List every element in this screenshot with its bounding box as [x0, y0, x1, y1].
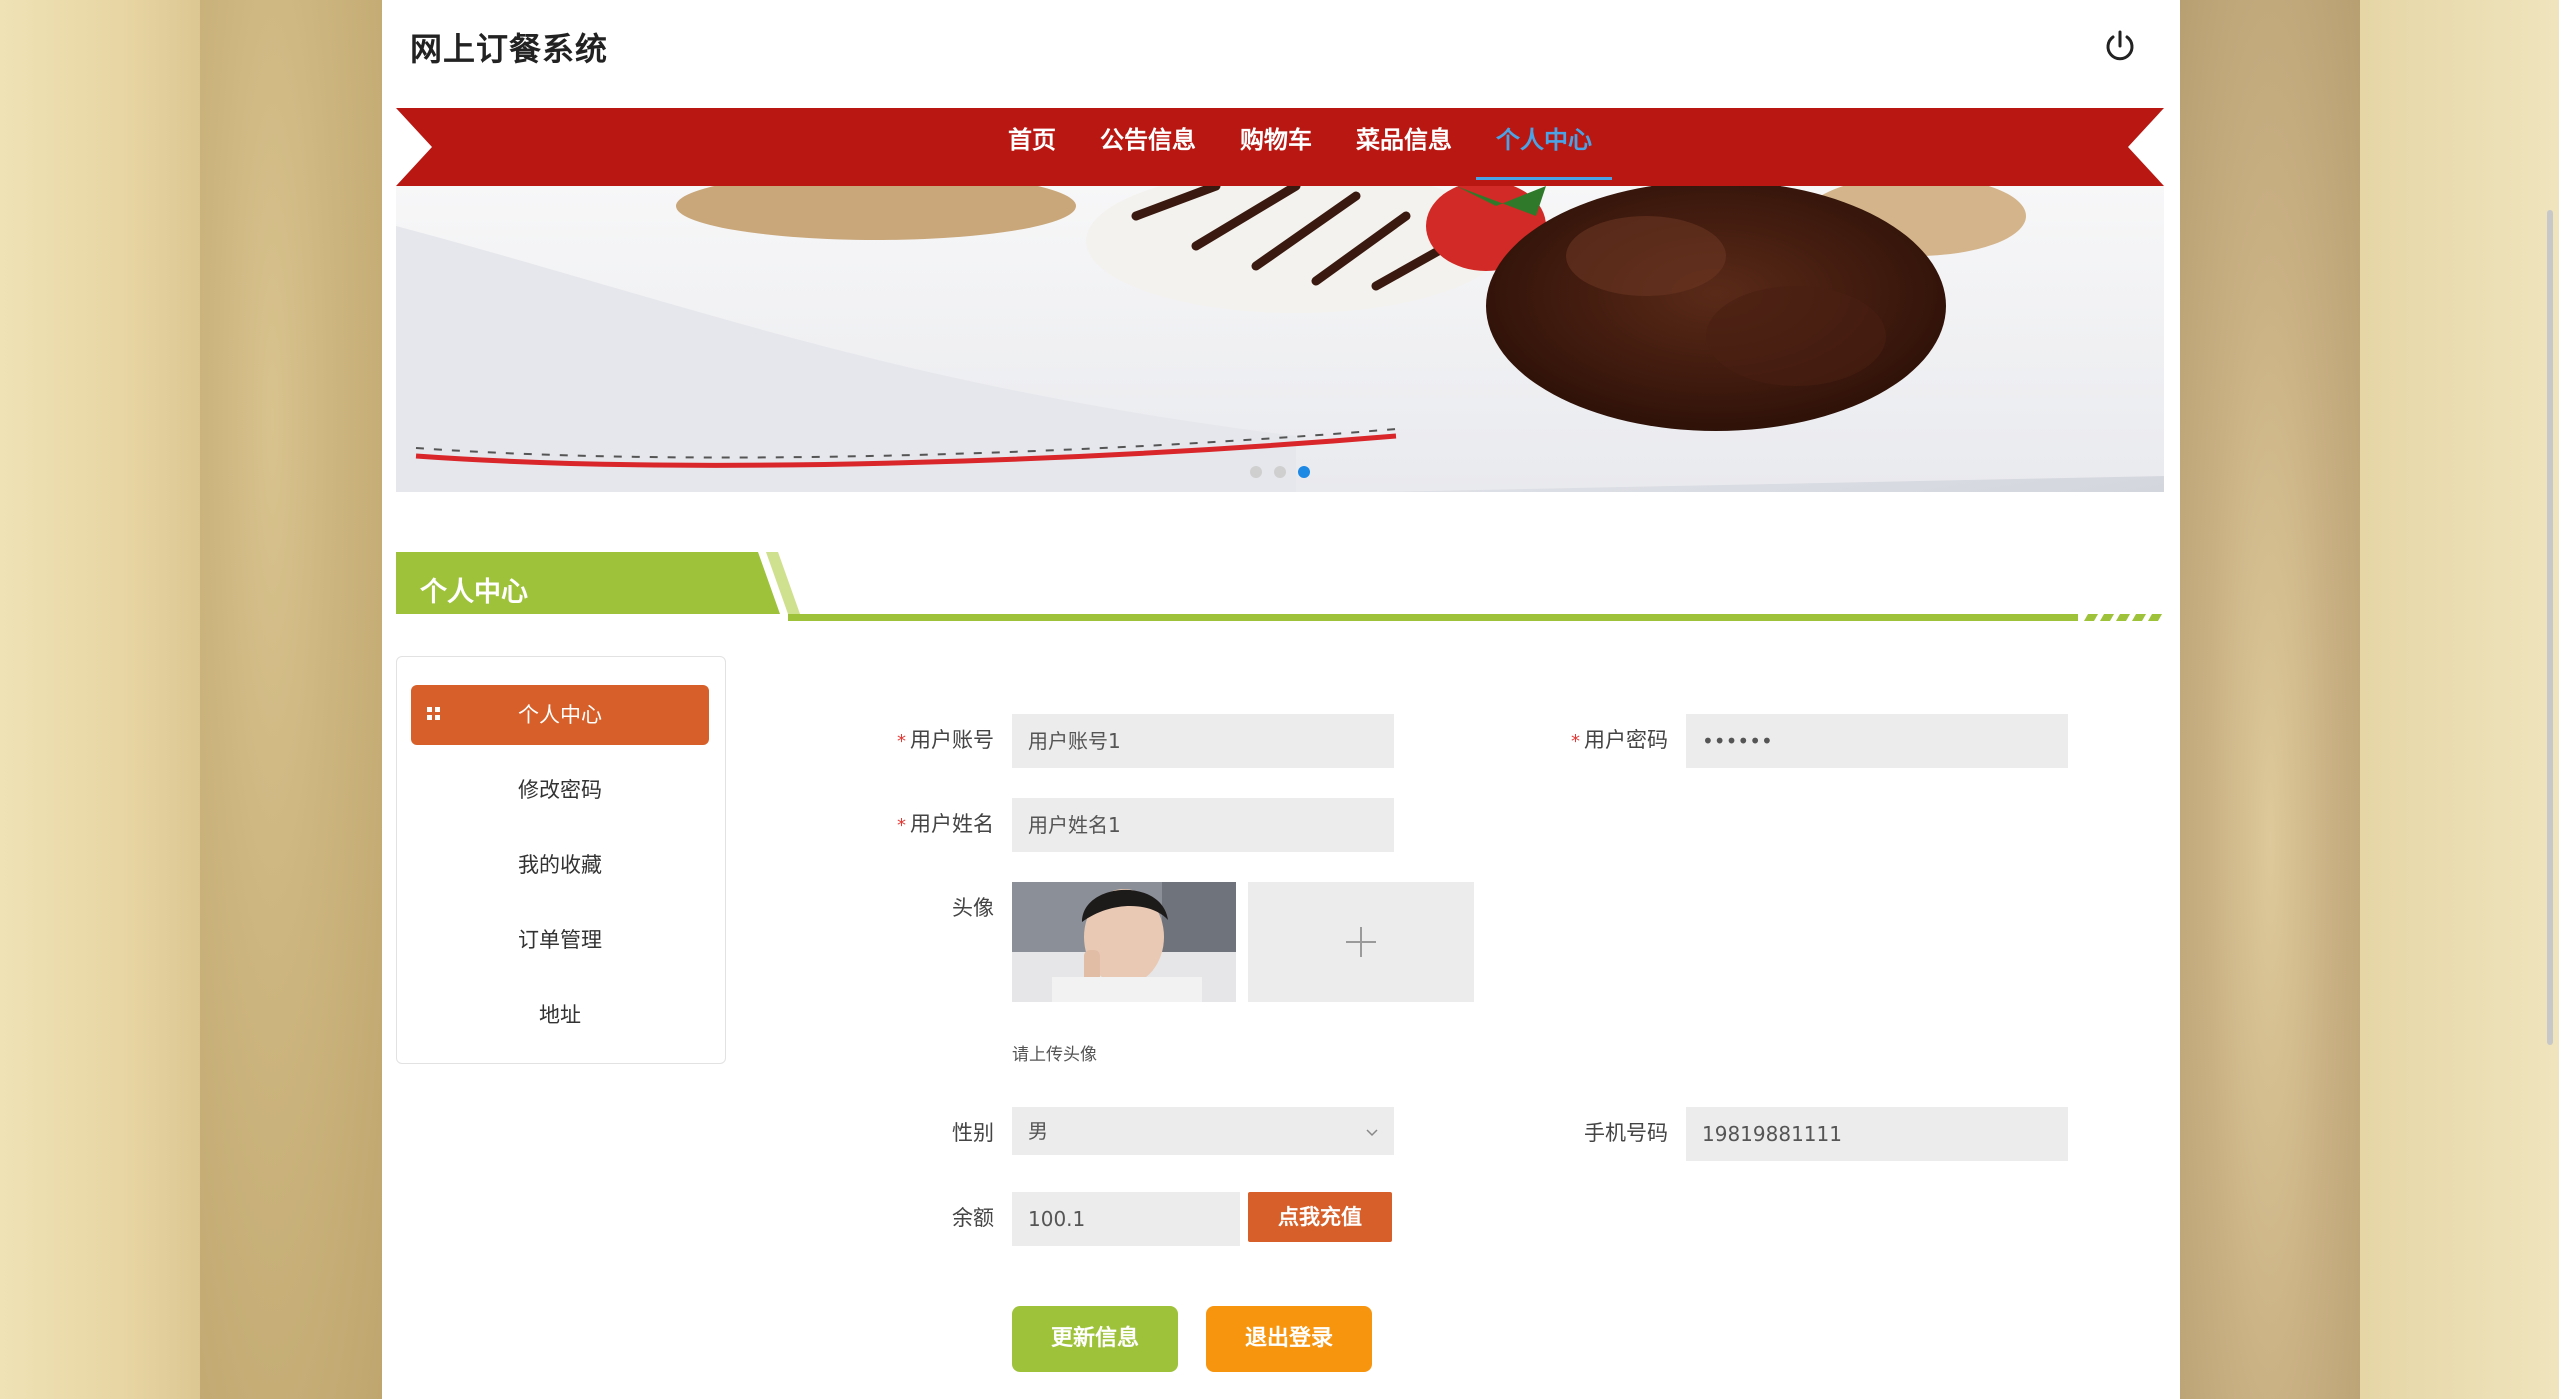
chevron-down-icon [1366, 1129, 1378, 1137]
account-field[interactable]: 用户账号1 [1012, 714, 1394, 768]
carousel-indicators [396, 466, 2164, 478]
main-navbar: 首页 公告信息 购物车 菜品信息 个人中心 [396, 108, 2164, 186]
avatar-upload-hint: 请上传头像 [1012, 1045, 1097, 1065]
gender-select[interactable]: 男 [1012, 1107, 1394, 1155]
sidebar-item-label: 修改密码 [518, 778, 602, 802]
page-background-texture-right [2180, 0, 2360, 1399]
name-label: * 用户姓名 [897, 812, 994, 836]
section-header: 个人中心 [396, 552, 2164, 622]
carousel-dot-1[interactable] [1250, 466, 1262, 478]
grid-icon [427, 707, 440, 720]
page-background-texture-left [200, 0, 382, 1399]
account-label: * 用户账号 [897, 728, 994, 752]
nav-item-home[interactable]: 首页 [1008, 108, 1056, 186]
site-title: 网上订餐系统 [410, 30, 609, 68]
site-header: 网上订餐系统 [382, 0, 2180, 100]
power-icon[interactable] [2100, 26, 2140, 66]
required-mark: * [1571, 731, 1580, 752]
logout-button[interactable]: 退出登录 [1206, 1306, 1372, 1372]
balance-field[interactable]: 100.1 [1012, 1192, 1240, 1246]
page-background-right [2360, 0, 2559, 1399]
sidebar-item-address[interactable]: 地址 [411, 985, 709, 1045]
profile-sidebar: 个人中心 修改密码 我的收藏 订单管理 地址 [396, 656, 726, 1064]
phone-label: 手机号码 [1584, 1121, 1668, 1145]
avatar-label: 头像 [952, 896, 994, 920]
gender-select-value: 男 [1028, 1119, 1048, 1143]
section-header-decoration [396, 552, 2162, 621]
sidebar-item-label: 个人中心 [518, 703, 602, 727]
password-field[interactable]: •••••• [1686, 714, 2068, 768]
sidebar-item-orders[interactable]: 订单管理 [411, 910, 709, 970]
password-label: * 用户密码 [1571, 728, 1668, 752]
nav-item-profile[interactable]: 个人中心 [1476, 108, 1612, 186]
sidebar-item-profile[interactable]: 个人中心 [411, 685, 709, 745]
name-field[interactable]: 用户姓名1 [1012, 798, 1394, 852]
nav-item-cart[interactable]: 购物车 [1240, 108, 1312, 186]
sidebar-item-favorites[interactable]: 我的收藏 [411, 835, 709, 895]
phone-field[interactable]: 19819881111 [1686, 1107, 2068, 1161]
avatar-image[interactable] [1012, 882, 1236, 1002]
sidebar-item-label: 地址 [539, 1003, 581, 1027]
carousel-dot-3[interactable] [1298, 466, 1310, 478]
update-info-button[interactable]: 更新信息 [1012, 1306, 1178, 1372]
banner-image [396, 186, 2164, 492]
carousel-dot-2[interactable] [1274, 466, 1286, 478]
gender-label: 性别 [952, 1121, 994, 1145]
sidebar-item-label: 我的收藏 [518, 853, 602, 877]
nav-item-announcements[interactable]: 公告信息 [1100, 108, 1196, 186]
page-background-left [0, 0, 200, 1399]
sidebar-item-change-password[interactable]: 修改密码 [411, 760, 709, 820]
main-container: 网上订餐系统 首页 公告信息 购物车 菜品信息 个人中心 个人中心 个人中心 修… [382, 0, 2180, 1399]
nav-item-dishes[interactable]: 菜品信息 [1356, 108, 1452, 186]
window-scrollbar[interactable] [2547, 210, 2553, 1045]
required-mark: * [897, 731, 906, 752]
section-title: 个人中心 [420, 577, 528, 608]
avatar-upload-button[interactable] [1248, 882, 1474, 1002]
sidebar-item-label: 订单管理 [518, 928, 602, 952]
required-mark: * [897, 815, 906, 836]
balance-label: 余额 [952, 1206, 994, 1230]
recharge-button[interactable]: 点我充值 [1248, 1192, 1392, 1242]
banner-carousel[interactable] [396, 186, 2164, 492]
